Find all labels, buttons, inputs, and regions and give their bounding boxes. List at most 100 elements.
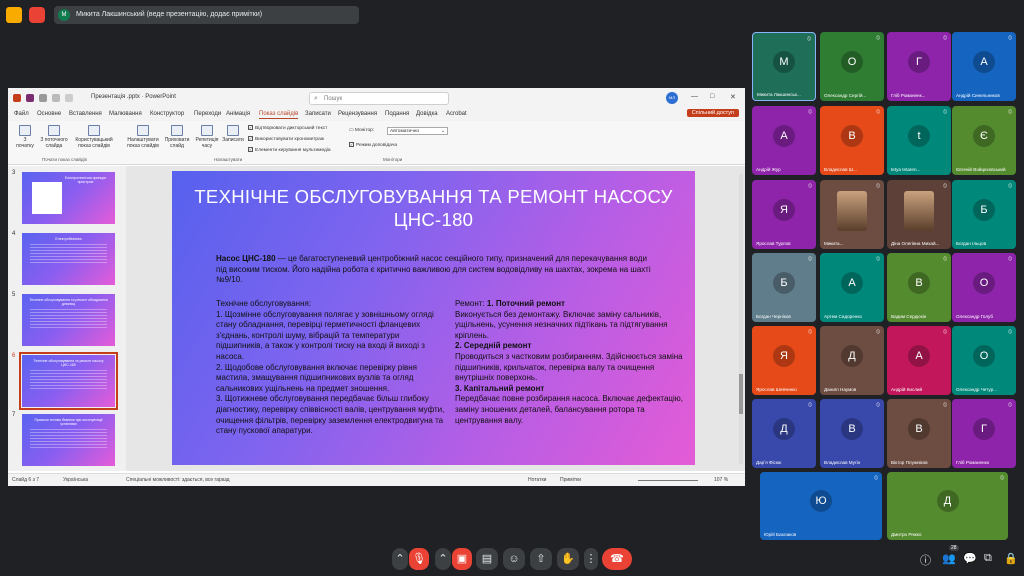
- participant-tile[interactable]: В ⦸ Владислав Мугін: [820, 399, 884, 468]
- participant-tile[interactable]: Б ⦸ Богдан Черніков: [752, 253, 816, 322]
- host-controls-icon[interactable]: 🔒: [1004, 552, 1018, 565]
- participant-tile[interactable]: Б ⦸ Богдан Ільцов: [952, 180, 1016, 249]
- present-button[interactable]: ⇧: [530, 548, 552, 570]
- zoom-slider[interactable]: [638, 480, 698, 481]
- participant-name: Владислав Мугін: [824, 460, 861, 465]
- monitor-select[interactable]: Автоматично ⌄: [387, 127, 448, 135]
- participant-tile[interactable]: А ⦸ Андрій Жур: [752, 106, 816, 175]
- participant-tile[interactable]: О ⦸ Олександр Голуб: [952, 253, 1016, 322]
- participant-tile[interactable]: О ⦸ Олександр Четур...: [952, 326, 1016, 395]
- participant-tile[interactable]: ⦸ Микита...: [820, 180, 884, 249]
- maximize-icon[interactable]: □: [710, 93, 714, 100]
- from-start-button[interactable]: З початку: [14, 125, 36, 149]
- search-icon: ⌕: [314, 95, 318, 102]
- vertical-scrollbar[interactable]: [739, 174, 743, 464]
- tab-record[interactable]: Записати: [305, 111, 331, 117]
- tab-help[interactable]: Довідка: [416, 111, 438, 117]
- emoji-button[interactable]: ☺: [503, 548, 525, 570]
- from-current-button[interactable]: З поточного слайда: [39, 125, 69, 149]
- activities-icon[interactable]: ⧉: [984, 552, 992, 565]
- participant-tile[interactable]: Є ⦸ Євгеній Войцеховський: [952, 106, 1016, 175]
- info-icon[interactable]: ⓘ: [920, 552, 931, 568]
- minimize-icon[interactable]: —: [691, 93, 698, 100]
- quick-access-icon[interactable]: [65, 94, 73, 102]
- camera-toggle-button[interactable]: ▣: [452, 548, 472, 570]
- hand-raise-icon[interactable]: [6, 7, 22, 23]
- tab-review[interactable]: Рецензування: [338, 111, 377, 117]
- participant-tile[interactable]: А ⦸ Артем Сидоренко: [820, 253, 884, 322]
- participant-tile[interactable]: ⦸ Діна Олегівна Михай...: [887, 180, 951, 249]
- participant-tile[interactable]: Ю ⦸ Юрій Бахлаков: [760, 472, 882, 540]
- participant-tile[interactable]: Я ⦸ Ярослав Турлов: [752, 180, 816, 249]
- participant-tile[interactable]: М ⦸ Микита Лакшинськ...: [752, 32, 816, 101]
- repair-1-title: 1. Поточний ремонт: [486, 299, 565, 308]
- close-icon[interactable]: ✕: [730, 93, 736, 101]
- media-controls-checkbox[interactable]: ✓ Елементи керування мультимедіа: [248, 147, 331, 153]
- slide-thumbnail-5[interactable]: Технічне обслуговування та ремонт обладн…: [22, 294, 115, 346]
- mic-muted-icon: ⦸: [1008, 109, 1012, 115]
- custom-show-button[interactable]: Користувацький показ слайдів: [71, 125, 117, 149]
- tab-draw[interactable]: Малювання: [109, 111, 142, 117]
- chat-icon[interactable]: 💬: [963, 552, 977, 565]
- participant-tile[interactable]: О ⦸ Олександр Сергій...: [820, 32, 884, 101]
- tab-acrobat[interactable]: Acrobat: [446, 111, 467, 117]
- tab-animations[interactable]: Анімація: [226, 111, 250, 117]
- record-button[interactable]: Записати: [221, 125, 245, 143]
- participant-avatar: О: [973, 344, 995, 367]
- recording-icon[interactable]: [29, 7, 45, 23]
- participant-tile[interactable]: Г ⦸ Гліб Романенко: [952, 399, 1016, 468]
- participant-tile[interactable]: Д ⦸ Дмитро Ряжко: [887, 472, 1008, 540]
- thumbnail-number: 6: [12, 353, 16, 359]
- participant-tile[interactable]: А ⦸ Андрій Кислий: [887, 326, 951, 395]
- participant-tile[interactable]: Д ⦸ Дарʼя Фісюк: [752, 399, 816, 468]
- zoom-level[interactable]: 107 %: [714, 477, 728, 483]
- tab-file[interactable]: Файл: [14, 111, 29, 117]
- mic-toggle-button[interactable]: 🎙: [409, 548, 429, 570]
- play-narrations-checkbox[interactable]: ✓ Відтворювати дикторський текст: [248, 125, 327, 131]
- tab-design[interactable]: Конструктор: [150, 111, 184, 117]
- maintenance-text: Технічне обслуговування: 1. Щозмінне обс…: [216, 299, 446, 437]
- participant-tile[interactable]: А ⦸ Андрій Синельников: [952, 32, 1016, 101]
- captions-button[interactable]: ▤: [476, 548, 498, 570]
- participant-tile[interactable]: Д ⦸ Даниїл Наумов: [820, 326, 884, 395]
- presenter-view-checkbox[interactable]: ✓ Режим доповідача: [349, 142, 397, 148]
- setup-show-button[interactable]: Налаштувати показ слайдів: [123, 125, 163, 149]
- mic-options-button[interactable]: ⌃: [392, 548, 408, 570]
- more-options-button[interactable]: ⋮: [584, 548, 598, 570]
- tab-insert[interactable]: Вставлення: [69, 111, 102, 117]
- people-icon[interactable]: 👥: [942, 552, 956, 565]
- user-avatar[interactable]: МЛ: [666, 92, 678, 104]
- participant-tile[interactable]: В ⦸ Владислав Ш...: [820, 106, 884, 175]
- leave-call-button[interactable]: ☎: [602, 548, 632, 570]
- redo-icon[interactable]: [52, 94, 60, 102]
- language-status[interactable]: Українська: [63, 477, 88, 483]
- participant-tile[interactable]: Г ⦸ Гліб Романенк...: [887, 32, 951, 101]
- share-button[interactable]: Спільний доступ: [686, 109, 739, 117]
- tab-transitions[interactable]: Переходи: [194, 111, 221, 117]
- current-slide[interactable]: Технічне обслуговування та ремонт насосу…: [172, 171, 695, 465]
- rehearse-button[interactable]: Репетиція часу: [194, 125, 220, 149]
- accessibility-status[interactable]: Спеціальні можливості: здається, все гар…: [126, 477, 230, 483]
- slide-thumbnail-7[interactable]: Правила техніки безпеки при експлуатації…: [22, 414, 115, 466]
- raise-hand-button[interactable]: ✋: [557, 548, 579, 570]
- save-icon[interactable]: [26, 94, 34, 102]
- slide-thumbnail-3[interactable]: Електротехнічна принцип пристрою: [22, 172, 115, 224]
- notes-button[interactable]: Нотатки: [528, 477, 546, 483]
- tab-view[interactable]: Подання: [385, 111, 409, 117]
- slide-thumbnail-4[interactable]: Електробезпека: [22, 233, 115, 285]
- undo-icon[interactable]: [39, 94, 47, 102]
- participant-tile[interactable]: В ⦸ Віктор Плужніков: [887, 399, 951, 468]
- participant-tile[interactable]: t ⦸ tetya tetaren...: [887, 106, 951, 175]
- hide-slide-button[interactable]: Приховати слайд: [163, 125, 191, 149]
- camera-options-button[interactable]: ⌃: [435, 548, 451, 570]
- slide-thumbnail-6[interactable]: Технічне обслуговування та ремонт насосу…: [19, 352, 118, 410]
- participant-tile[interactable]: В ⦸ Вадим Сердюкін: [887, 253, 951, 322]
- comments-button[interactable]: Примітки: [560, 477, 581, 483]
- tab-slide-show[interactable]: Показ слайдів: [259, 111, 299, 119]
- tab-home[interactable]: Основне: [37, 111, 61, 117]
- search-input[interactable]: ⌕ Пошук: [309, 92, 449, 105]
- scrollbar-thumb[interactable]: [739, 374, 743, 414]
- use-timings-checkbox[interactable]: ✓ Використовувати хронометраж: [248, 136, 324, 142]
- chevron-down-icon: ⌄: [440, 129, 445, 134]
- participant-tile[interactable]: Я ⦸ Ярослав Шевченко: [752, 326, 816, 395]
